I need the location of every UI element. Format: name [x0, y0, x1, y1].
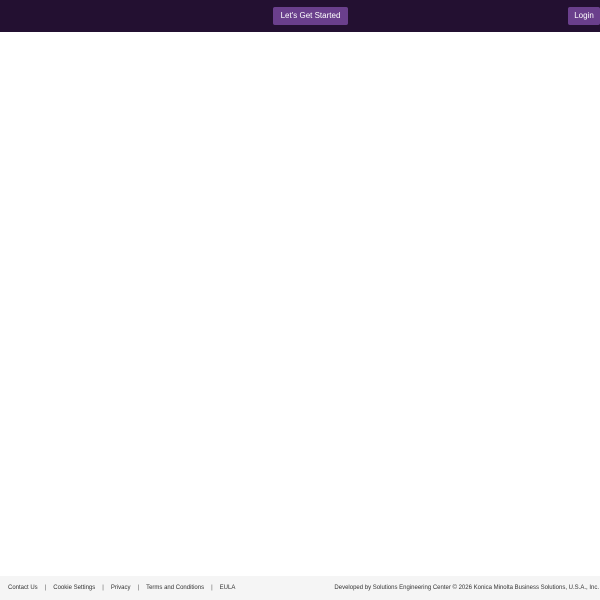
footer-separator: | [137, 585, 140, 591]
footer-separator: | [211, 585, 213, 591]
footer-links: Contact Us | Cookie Settings | Privacy |… [8, 576, 235, 600]
get-started-button[interactable]: Let's Get Started [273, 7, 348, 25]
main-content [0, 32, 600, 576]
footer-link-cookie-settings[interactable]: Cookie Settings [53, 585, 95, 591]
footer-separator: | [44, 585, 47, 591]
footer-link-privacy[interactable]: Privacy [111, 585, 131, 591]
footer-link-eula[interactable]: EULA [220, 585, 236, 591]
login-button[interactable]: Login [568, 7, 600, 25]
page: Let's Get Started Login Contact Us | Coo… [0, 0, 600, 600]
footer-separator: | [102, 585, 104, 591]
footer-link-terms[interactable]: Terms and Conditions [146, 585, 204, 591]
footer-credit: Developed by Solutions Engineering Cente… [334, 585, 599, 591]
top-bar: Let's Get Started Login [0, 0, 600, 32]
footer-link-contact-us[interactable]: Contact Us [8, 585, 38, 591]
footer: Contact Us | Cookie Settings | Privacy |… [0, 576, 600, 600]
